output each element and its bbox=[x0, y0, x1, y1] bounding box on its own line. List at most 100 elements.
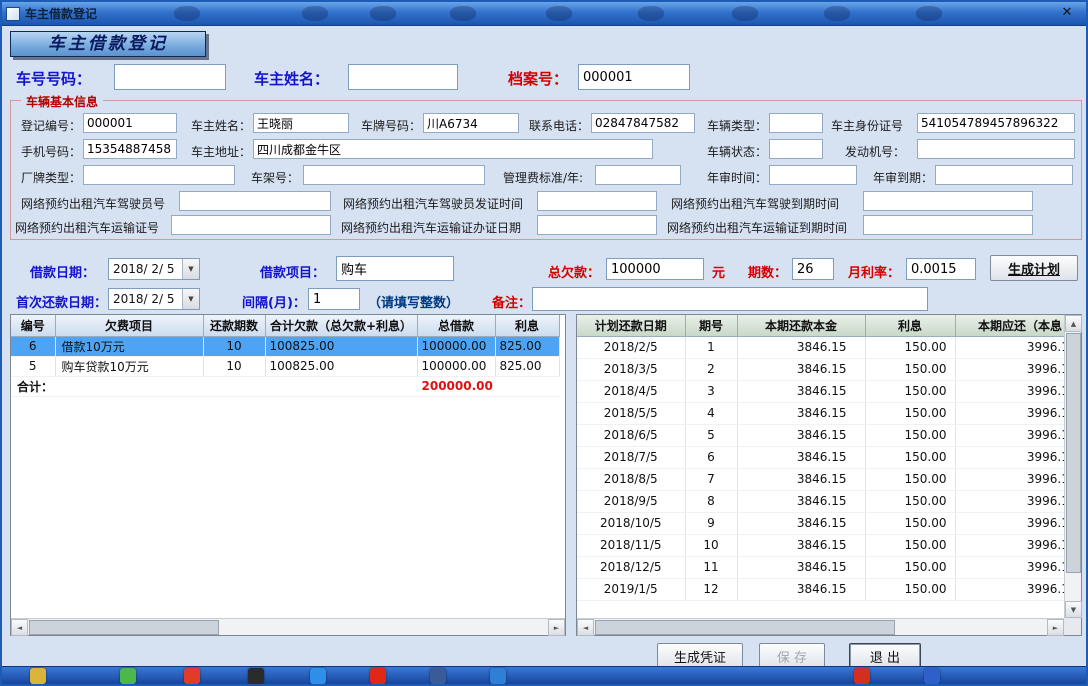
vehicle-no-input[interactable] bbox=[114, 64, 226, 90]
info-owner-label: 车主姓名： bbox=[191, 117, 251, 134]
taskbar-app-icon-6[interactable] bbox=[370, 668, 386, 684]
ghost-icon bbox=[450, 6, 476, 21]
net-transport-issue-input[interactable] bbox=[537, 215, 657, 235]
table-row[interactable]: 2018/10/593846.15150.003996.15 bbox=[577, 512, 1064, 534]
loan-item-label: 借款项目： bbox=[260, 262, 325, 281]
mgmt-fee-input[interactable] bbox=[595, 165, 681, 185]
interval-input[interactable] bbox=[308, 288, 360, 310]
scroll-up-icon[interactable]: ▲ bbox=[1065, 315, 1082, 332]
table-row[interactable]: 2018/2/513846.15150.003996.15 bbox=[577, 336, 1064, 358]
id-card-label: 车主身份证号 bbox=[831, 117, 903, 134]
annual-check-input[interactable] bbox=[769, 165, 857, 185]
net-driver-no-input[interactable] bbox=[179, 191, 331, 211]
scrollbar-thumb[interactable] bbox=[1066, 333, 1081, 573]
scroll-left-icon[interactable]: ◄ bbox=[577, 619, 594, 636]
taskbar-app-icon-3[interactable] bbox=[184, 668, 200, 684]
generate-plan-button[interactable]: 生成计划 bbox=[990, 255, 1078, 281]
taskbar-app-icon-4[interactable] bbox=[248, 668, 264, 684]
titlebar[interactable]: 车主借款登记 ✕ bbox=[2, 2, 1086, 26]
net-transport-no-input[interactable] bbox=[171, 215, 331, 235]
first-repay-date-select[interactable]: 2018/ 2/ 5 ▼ bbox=[108, 288, 200, 310]
table-row[interactable]: 2018/6/553846.15150.003996.15 bbox=[577, 424, 1064, 446]
tel-input[interactable] bbox=[591, 113, 695, 133]
mobile-input[interactable] bbox=[83, 139, 177, 159]
chevron-down-icon[interactable]: ▼ bbox=[182, 259, 199, 279]
taskbar-app-icon-5[interactable] bbox=[310, 668, 326, 684]
info-owner-input[interactable] bbox=[253, 113, 349, 133]
table-row[interactable]: 2018/4/533846.15150.003996.15 bbox=[577, 380, 1064, 402]
plan-table-vscrollbar[interactable]: ▲ ▼ bbox=[1064, 315, 1081, 618]
plan-table-header: 计划还款日期 期号 本期还款本金 利息 本期应还（本息 bbox=[577, 315, 1064, 336]
engine-no-input[interactable] bbox=[917, 139, 1075, 159]
col-header-principal: 总借款 bbox=[417, 315, 495, 336]
net-driver-issue-input[interactable] bbox=[537, 191, 657, 211]
monthly-rate-label: 月利率： bbox=[848, 262, 900, 281]
net-transport-no-label: 网络预约出租汽车运输证号 bbox=[15, 219, 159, 236]
taskbar-app-icon-2[interactable] bbox=[120, 668, 136, 684]
ghost-icon bbox=[302, 6, 328, 21]
net-transport-expire-input[interactable] bbox=[863, 215, 1033, 235]
remark-label: 备注： bbox=[492, 292, 531, 311]
table-row[interactable]: 合计：200000.00 bbox=[11, 376, 559, 396]
annual-expire-input[interactable] bbox=[935, 165, 1073, 185]
reg-no-input[interactable] bbox=[83, 113, 177, 133]
col-header-interest-due: 利息 bbox=[865, 315, 955, 336]
col-header-total-owed: 合计欠款（总欠款+利息） bbox=[265, 315, 417, 336]
table-row[interactable]: 2019/1/5123846.15150.003996.15 bbox=[577, 578, 1064, 600]
loan-date-label: 借款日期： bbox=[30, 262, 95, 281]
address-input[interactable] bbox=[253, 139, 653, 159]
id-card-input[interactable] bbox=[917, 113, 1075, 133]
scroll-down-icon[interactable]: ▼ bbox=[1065, 601, 1082, 618]
annual-check-label: 年审时间： bbox=[707, 169, 767, 186]
taskbar-app-icon-8[interactable] bbox=[490, 668, 506, 684]
loan-registration-window: 车主借款登记 ✕ 车主借款登记 车号号码： 车主姓名： 档案号： 车辆基本信息 … bbox=[0, 0, 1088, 686]
chevron-down-icon[interactable]: ▼ bbox=[182, 289, 199, 309]
scroll-left-icon[interactable]: ◄ bbox=[11, 619, 28, 636]
col-header-id: 编号 bbox=[11, 315, 55, 336]
table-row[interactable]: 2018/9/583846.15150.003996.15 bbox=[577, 490, 1064, 512]
vehicle-type-label: 车辆类型： bbox=[707, 117, 767, 134]
total-owed-input[interactable] bbox=[606, 258, 704, 280]
ghost-icon bbox=[824, 6, 850, 21]
col-header-item: 欠费项目 bbox=[55, 315, 203, 336]
first-repay-date-value: 2018/ 2/ 5 bbox=[109, 292, 182, 306]
net-transport-expire-label: 网络预约出租汽车运输证到期时间 bbox=[667, 219, 847, 236]
debt-table-hscrollbar[interactable]: ◄ ► bbox=[11, 618, 565, 635]
loan-date-select[interactable]: 2018/ 2/ 5 ▼ bbox=[108, 258, 200, 280]
table-row[interactable]: 2018/12/5113846.15150.003996.15 bbox=[577, 556, 1064, 578]
table-row[interactable]: 2018/11/5103846.15150.003996.15 bbox=[577, 534, 1064, 556]
file-no-input[interactable] bbox=[578, 64, 690, 90]
brand-type-input[interactable] bbox=[83, 165, 235, 185]
table-row[interactable]: 6借款10万元10100825.00100000.00825.00 bbox=[11, 336, 559, 356]
table-row[interactable]: 5购车贷款10万元10100825.00100000.00825.00 bbox=[11, 356, 559, 376]
mobile-label: 手机号码： bbox=[21, 143, 81, 160]
scrollbar-thumb[interactable] bbox=[29, 620, 219, 635]
owner-name-input[interactable] bbox=[348, 64, 458, 90]
periods-label: 期数： bbox=[748, 262, 787, 281]
scroll-right-icon[interactable]: ► bbox=[548, 619, 565, 636]
taskbar-app-icon-1[interactable] bbox=[30, 668, 46, 684]
close-icon[interactable]: ✕ bbox=[1054, 5, 1080, 22]
reg-no-label: 登记编号： bbox=[21, 117, 81, 134]
table-row[interactable]: 2018/5/543846.15150.003996.15 bbox=[577, 402, 1064, 424]
plan-table-hscrollbar[interactable]: ◄ ► bbox=[577, 618, 1064, 635]
net-driver-expire-input[interactable] bbox=[863, 191, 1033, 211]
ghost-icon bbox=[370, 6, 396, 21]
remark-input[interactable] bbox=[532, 287, 928, 311]
taskbar-app-icon-9[interactable] bbox=[854, 668, 870, 684]
vehicle-type-input[interactable] bbox=[769, 113, 823, 133]
monthly-rate-input[interactable] bbox=[906, 258, 976, 280]
plate-no-input[interactable] bbox=[423, 113, 519, 133]
vehicle-status-input[interactable] bbox=[769, 139, 823, 159]
scroll-right-icon[interactable]: ► bbox=[1047, 619, 1064, 636]
debt-table: 编号 欠费项目 还款期数 合计欠款（总欠款+利息） 总借款 利息 6借款10万元… bbox=[10, 314, 566, 636]
vin-input[interactable] bbox=[303, 165, 485, 185]
table-row[interactable]: 2018/3/523846.15150.003996.15 bbox=[577, 358, 1064, 380]
taskbar-app-icon-7[interactable] bbox=[430, 668, 446, 684]
table-row[interactable]: 2018/7/563846.15150.003996.15 bbox=[577, 446, 1064, 468]
loan-item-input[interactable] bbox=[336, 256, 454, 281]
periods-input[interactable] bbox=[792, 258, 834, 280]
table-row[interactable]: 2018/8/573846.15150.003996.15 bbox=[577, 468, 1064, 490]
taskbar-app-icon-10[interactable] bbox=[924, 668, 940, 684]
scrollbar-thumb[interactable] bbox=[595, 620, 895, 635]
